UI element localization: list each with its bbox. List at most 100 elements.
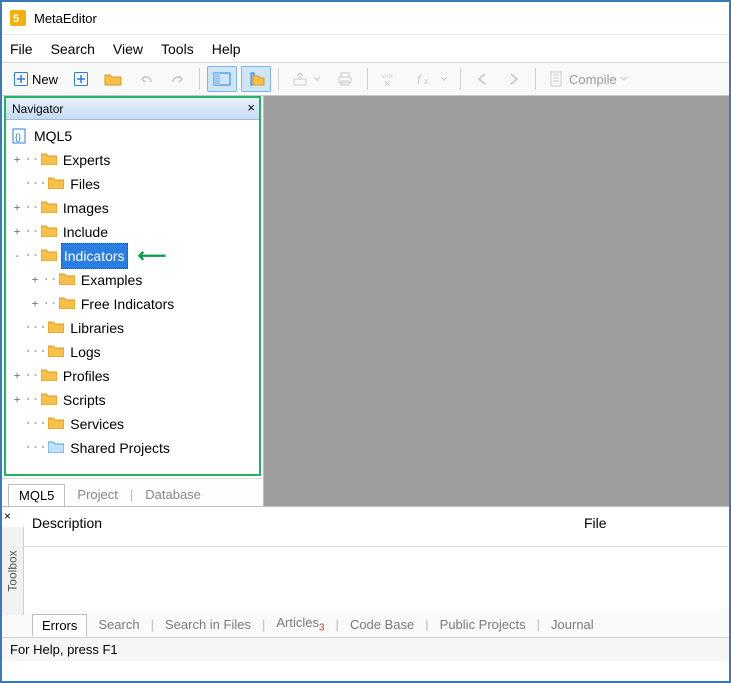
upload-button[interactable] bbox=[286, 66, 326, 92]
navigator-header[interactable]: Navigator × bbox=[6, 98, 259, 120]
collapse-icon[interactable]: - bbox=[10, 244, 24, 268]
tree-item-services[interactable]: ··· Services bbox=[10, 412, 259, 436]
menu-tools[interactable]: Tools bbox=[161, 41, 194, 57]
print-button[interactable] bbox=[330, 66, 360, 92]
navigator-tree: {} MQL5 +·· Experts ··· Files +·· bbox=[6, 120, 259, 462]
tree-item-logs[interactable]: ··· Logs bbox=[10, 340, 259, 364]
toolbox-tab-journal[interactable]: Journal bbox=[542, 614, 603, 635]
tree-label: Images bbox=[61, 196, 111, 220]
menu-search[interactable]: Search bbox=[51, 41, 95, 57]
toolbox-side-label[interactable]: Toolbox bbox=[2, 527, 24, 615]
compile-button[interactable]: Compile bbox=[543, 66, 633, 92]
toolbox-panel: × Toolbox Description File Errors Search… bbox=[2, 506, 729, 637]
folder-icon bbox=[104, 72, 122, 86]
folder-icon bbox=[48, 316, 64, 340]
arrow-right-icon bbox=[506, 71, 522, 87]
nav-tab-database[interactable]: Database bbox=[135, 484, 211, 506]
toolbox-tab-codebase[interactable]: Code Base bbox=[341, 614, 423, 635]
chevron-down-icon bbox=[621, 76, 627, 82]
svg-text:f: f bbox=[417, 72, 422, 87]
folder-icon bbox=[48, 172, 64, 196]
upload-icon bbox=[292, 71, 310, 87]
toolbox-tab-public-projects[interactable]: Public Projects bbox=[431, 614, 535, 635]
main-area: Navigator × {} MQL5 +·· Experts ··· bbox=[2, 96, 729, 506]
navigator-close-button[interactable]: × bbox=[247, 100, 255, 115]
tree-label: Free Indicators bbox=[79, 292, 176, 316]
tree-item-images[interactable]: +·· Images bbox=[10, 196, 259, 220]
svg-text:5: 5 bbox=[13, 13, 19, 25]
toggle-navigator-button[interactable] bbox=[207, 66, 237, 92]
status-bar: For Help, press F1 bbox=[2, 637, 729, 661]
undo-icon bbox=[138, 71, 154, 87]
arrow-left-icon bbox=[474, 71, 490, 87]
folder-icon bbox=[48, 412, 64, 436]
tree-item-libraries[interactable]: ··· Libraries bbox=[10, 316, 259, 340]
toolbox-tab-errors[interactable]: Errors bbox=[32, 614, 87, 637]
new-file-button[interactable] bbox=[68, 66, 94, 92]
tree-root[interactable]: {} MQL5 bbox=[10, 124, 259, 148]
redo-button[interactable] bbox=[164, 66, 192, 92]
tree-item-experts[interactable]: +·· Experts bbox=[10, 148, 259, 172]
articles-badge: 3 bbox=[319, 622, 325, 633]
compile-label: Compile bbox=[569, 72, 617, 87]
tree-item-files[interactable]: ··· Files bbox=[10, 172, 259, 196]
expand-icon[interactable]: + bbox=[10, 220, 24, 244]
toolbox-tab-search-in-files[interactable]: Search in Files bbox=[156, 614, 260, 635]
toolbar: New VAR fx bbox=[2, 62, 729, 96]
status-text: For Help, press F1 bbox=[10, 642, 118, 657]
tree-label: Shared Projects bbox=[68, 436, 172, 460]
folder-icon bbox=[41, 244, 57, 268]
toolbox-tab-search[interactable]: Search bbox=[89, 614, 148, 635]
fx-button[interactable]: fx bbox=[409, 66, 453, 92]
tree-item-free-indicators[interactable]: +·· Free Indicators bbox=[10, 292, 259, 316]
plus-square-icon bbox=[74, 72, 88, 86]
folder-icon bbox=[41, 196, 57, 220]
expand-icon[interactable]: + bbox=[10, 388, 24, 412]
folder-panel-icon bbox=[247, 71, 265, 87]
expand-icon[interactable]: + bbox=[10, 148, 24, 172]
expand-icon[interactable]: + bbox=[28, 268, 42, 292]
redo-icon bbox=[170, 71, 186, 87]
col-file[interactable]: File bbox=[584, 515, 607, 546]
tree-item-examples[interactable]: +·· Examples bbox=[10, 268, 259, 292]
new-button[interactable]: New bbox=[8, 66, 64, 92]
menu-view[interactable]: View bbox=[113, 41, 143, 57]
nav-forward-button[interactable] bbox=[500, 66, 528, 92]
expand-icon[interactable]: + bbox=[10, 364, 24, 388]
toolbox-body bbox=[2, 547, 729, 609]
tree-root-label: MQL5 bbox=[32, 124, 74, 148]
plus-square-icon bbox=[14, 72, 28, 86]
tree-label: Include bbox=[61, 220, 110, 244]
app-title: MetaEditor bbox=[34, 11, 97, 26]
tree-item-indicators[interactable]: -·· Indicators ⟵ bbox=[10, 244, 259, 268]
folder-icon bbox=[41, 364, 57, 388]
toggle-toolbox-button[interactable] bbox=[241, 66, 271, 92]
nav-back-button[interactable] bbox=[468, 66, 496, 92]
tree-item-profiles[interactable]: +·· Profiles bbox=[10, 364, 259, 388]
toolbox-close-button[interactable]: × bbox=[4, 509, 11, 523]
tree-item-scripts[interactable]: +·· Scripts bbox=[10, 388, 259, 412]
expand-icon[interactable]: + bbox=[28, 292, 42, 316]
folder-icon bbox=[48, 340, 64, 364]
app-icon: 5 bbox=[10, 10, 26, 26]
expand-icon[interactable]: + bbox=[10, 196, 24, 220]
tree-item-shared-projects[interactable]: ··· Shared Projects bbox=[10, 436, 259, 460]
undo-button[interactable] bbox=[132, 66, 160, 92]
open-button[interactable] bbox=[98, 66, 128, 92]
highlight-arrow-icon: ⟵ bbox=[138, 244, 167, 268]
layout-sidebar-icon bbox=[213, 71, 231, 87]
folder-icon bbox=[41, 388, 57, 412]
menu-help[interactable]: Help bbox=[212, 41, 241, 57]
tree-label: Examples bbox=[79, 268, 144, 292]
svg-text:{}: {} bbox=[15, 132, 21, 142]
nav-tab-mql5[interactable]: MQL5 bbox=[8, 484, 65, 508]
toolbox-tab-articles[interactable]: Articles3 bbox=[267, 612, 333, 637]
tree-item-include[interactable]: +·· Include bbox=[10, 220, 259, 244]
var-button[interactable]: VAR bbox=[375, 66, 405, 92]
menu-file[interactable]: File bbox=[10, 41, 33, 57]
col-description[interactable]: Description bbox=[32, 515, 584, 546]
nav-tab-project[interactable]: Project bbox=[67, 484, 127, 506]
toolbox-tabs: Errors Search| Search in Files| Articles… bbox=[2, 609, 729, 637]
tree-label: Services bbox=[68, 412, 126, 436]
tree-label: Experts bbox=[61, 148, 112, 172]
